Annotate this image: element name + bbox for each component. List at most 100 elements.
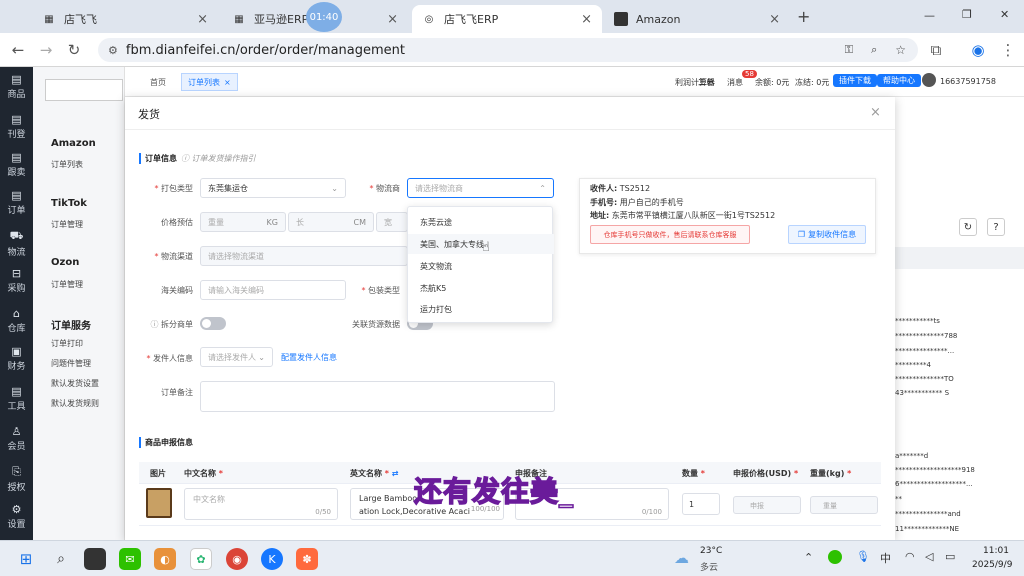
declared-price-input[interactable]: 申报	[733, 496, 801, 514]
split-order-toggle[interactable]	[200, 317, 226, 330]
wifi-icon[interactable]: ◠	[905, 550, 915, 563]
app-icon[interactable]: ✿	[190, 548, 212, 570]
tab-order-list[interactable]: 订单列表 ×	[181, 73, 238, 91]
remark-textarea[interactable]	[200, 381, 555, 412]
message-link[interactable]: 消息	[727, 77, 743, 88]
site-info-icon[interactable]: ⚙	[108, 44, 118, 57]
close-window-button[interactable]: ✕	[1000, 8, 1009, 21]
weather-desc[interactable]: 多云	[700, 560, 718, 573]
bookmark-star-icon[interactable]: ☆	[895, 43, 906, 57]
nav-orders[interactable]: ▤ 订单	[0, 189, 33, 216]
sub-item-print[interactable]: 订单打印	[51, 338, 83, 349]
close-tab-icon[interactable]: ×	[581, 12, 592, 27]
logistics-select[interactable]: 请选择物流商 ⌃	[407, 178, 554, 198]
colorful-app-icon[interactable]: ✽	[296, 548, 318, 570]
nav-member[interactable]: ♙ 会员	[0, 425, 33, 452]
sub-item-ozon-orders[interactable]: 订单管理	[51, 279, 83, 290]
wechat-icon[interactable]: ✉	[119, 548, 141, 570]
help-icon[interactable]: ?	[987, 218, 1005, 236]
cn-name-input[interactable]: 中文名称 0/50	[184, 488, 338, 520]
group-title-ozon: Ozon	[51, 257, 80, 268]
tray-app-icon[interactable]	[828, 550, 842, 564]
task-view-icon[interactable]	[84, 548, 106, 570]
sub-item-tiktok-orders[interactable]: 订单管理	[51, 219, 83, 230]
translate-icon[interactable]: ⇄	[392, 469, 399, 478]
nav-publish[interactable]: ▤ 刊登	[0, 113, 33, 140]
microphone-icon[interactable]: 🎙	[856, 550, 870, 563]
channel-select[interactable]: 请选择物流渠道	[200, 246, 408, 266]
nav-settings[interactable]: ⚙ 设置	[0, 503, 33, 530]
pack-type-select[interactable]: 东莞集运仓 ⌄	[200, 178, 346, 198]
weight-kg-input[interactable]: 重量	[810, 496, 878, 514]
refresh-icon[interactable]: ↻	[959, 218, 977, 236]
close-tab-icon[interactable]: ×	[197, 12, 208, 27]
feishu-icon[interactable]: ◐	[154, 548, 176, 570]
sub-item-default-rule[interactable]: 默认发货规则	[51, 398, 99, 409]
battery-icon[interactable]: ▭	[945, 550, 955, 563]
volume-icon[interactable]: ◁	[925, 550, 933, 563]
ime-indicator[interactable]: 中	[880, 550, 891, 566]
weight-input[interactable]: 重量 KG	[200, 212, 286, 232]
clock-date[interactable]: 2025/9/9	[972, 560, 1012, 570]
address-bar[interactable]: ⚙ fbm.dianfeifei.cn/order/order/manageme…	[98, 38, 918, 62]
menu-icon[interactable]: ⋮	[998, 41, 1018, 59]
help-center-button[interactable]: 帮助中心	[877, 74, 921, 87]
customs-input[interactable]: 请输入海关编码	[200, 280, 346, 300]
nav-logistics[interactable]: ⛟ 物流	[0, 229, 33, 258]
dialog-title: 发货	[138, 108, 160, 121]
sub-item-amazon-orders[interactable]: 订单列表	[51, 159, 83, 170]
k-app-icon[interactable]: K	[261, 548, 283, 570]
logistics-option[interactable]: 东莞云途	[408, 212, 554, 232]
nav-warehouse[interactable]: ⌂ 仓库	[0, 307, 33, 334]
nav-follow[interactable]: ▤ 跟卖	[0, 151, 33, 178]
new-tab-button[interactable]: +	[797, 7, 810, 26]
minimize-button[interactable]: —	[924, 9, 935, 22]
browser-tab-4[interactable]: Amazon ×	[604, 5, 790, 33]
nav-finance[interactable]: ▣ 财务	[0, 345, 33, 372]
clock-time[interactable]: 11:01	[983, 546, 1009, 556]
ticket-link[interactable]: 工单	[698, 77, 714, 88]
nav-goods[interactable]: ▤ 商品	[0, 73, 33, 100]
key-icon[interactable]: ⚿	[845, 43, 853, 57]
start-icon[interactable]: ⊞	[15, 548, 37, 570]
tray-chevron-icon[interactable]: ⌃	[804, 551, 813, 564]
logistics-option[interactable]: 运力打包	[408, 299, 554, 319]
sub-item-default-ship[interactable]: 默认发货设置	[51, 378, 99, 389]
breadcrumb-home[interactable]: 首页	[150, 77, 166, 88]
logistics-option[interactable]: 杰航K5	[408, 278, 554, 298]
copy-receiver-button[interactable]: ❐ 复制收件信息	[788, 225, 866, 244]
close-icon[interactable]: ×	[224, 78, 231, 87]
sub-item-problem[interactable]: 问题件管理	[51, 358, 91, 369]
warehouse-phone-warning[interactable]: 仓库手机号只做收件，售后请联系仓库客服	[590, 225, 750, 244]
nav-tools[interactable]: ▤ 工具	[0, 385, 33, 412]
behind-line: *******************918	[895, 466, 975, 474]
logistics-option-hovered[interactable]: 美国、加拿大专线	[408, 234, 554, 254]
quantity-input[interactable]: 1	[682, 493, 720, 515]
close-tab-icon[interactable]: ×	[769, 12, 780, 27]
user-phone[interactable]: 16637591758	[940, 77, 996, 86]
browser-tab-1[interactable]: ▦ 店飞飞 ×	[32, 5, 218, 33]
browser-tab-3[interactable]: ◎ 店飞飞ERP ×	[412, 5, 602, 33]
chrome-icon[interactable]: ◉	[226, 548, 248, 570]
plugin-download-button[interactable]: 插件下载	[833, 74, 877, 87]
profile-icon[interactable]: ◉	[968, 41, 988, 59]
sender-select[interactable]: 请选择发件人 ⌄	[200, 347, 273, 367]
back-icon[interactable]: ←	[8, 41, 28, 59]
length-input[interactable]: 长 CM	[288, 212, 374, 232]
nav-purchase[interactable]: ⊟ 采购	[0, 267, 33, 294]
extensions-icon[interactable]: ⧉	[926, 41, 946, 59]
logistics-option[interactable]: 英文物流	[408, 256, 554, 276]
search-icon[interactable]: ⌕	[50, 548, 72, 570]
config-sender-link[interactable]: 配置发件人信息	[281, 352, 337, 363]
order-guide-link[interactable]: ⓘ 订单发货操作指引	[181, 153, 256, 164]
width-input[interactable]: 宽	[376, 212, 408, 232]
weather-temp[interactable]: 23°C	[700, 546, 722, 556]
close-tab-icon[interactable]: ×	[387, 12, 398, 27]
avatar[interactable]	[922, 73, 936, 87]
nav-auth[interactable]: ⎘ 授权	[0, 465, 33, 493]
maximize-button[interactable]: ❐	[962, 8, 972, 21]
forward-icon[interactable]: →	[36, 41, 56, 59]
zoom-icon[interactable]: ⌕	[871, 43, 877, 57]
reload-icon[interactable]: ↻	[64, 41, 84, 59]
dialog-close-icon[interactable]: ×	[870, 105, 881, 120]
